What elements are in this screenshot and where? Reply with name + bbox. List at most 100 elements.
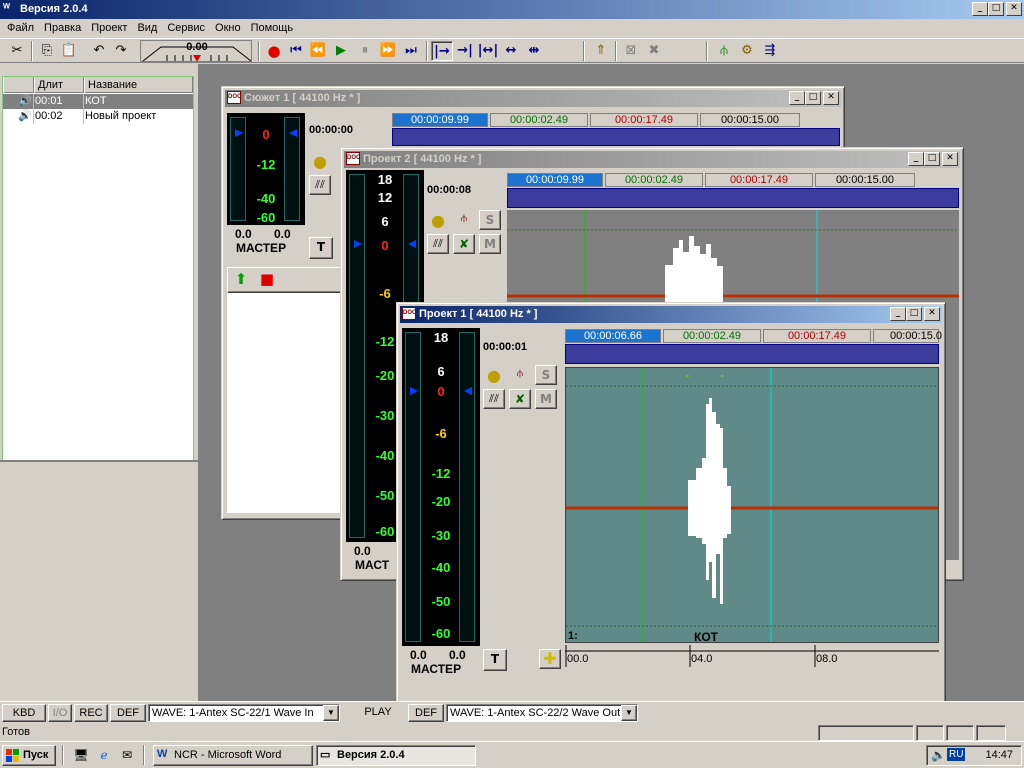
close-button[interactable]: ✕ bbox=[823, 91, 839, 105]
meter-label: 0 bbox=[381, 238, 389, 253]
menu-view[interactable]: Вид bbox=[132, 19, 162, 38]
timeline-bar[interactable] bbox=[392, 128, 840, 146]
wave-out-select[interactable]: WAVE: 1-Antex SC-22/2 Wave Out ▼ bbox=[446, 704, 638, 722]
language-indicator[interactable]: RU bbox=[947, 748, 966, 761]
solo-button[interactable]: S bbox=[479, 210, 501, 230]
output-icon[interactable]: ⇶ bbox=[759, 41, 781, 61]
waveform-icon[interactable]: ⫽⫽ bbox=[309, 175, 331, 195]
wave-in-select[interactable]: WAVE: 1-Antex SC-22/1 Wave In ▼ bbox=[148, 704, 340, 722]
play-button[interactable]: PLAY bbox=[350, 704, 406, 722]
def-in-button[interactable]: DEF bbox=[110, 704, 146, 722]
maximize-button[interactable]: □ bbox=[805, 91, 821, 105]
fast-forward-icon[interactable]: ⏩ bbox=[377, 41, 399, 61]
meter-label: -60 bbox=[431, 626, 451, 641]
waveform-icon[interactable]: ⫽⫽ bbox=[483, 389, 505, 409]
window-title-bar[interactable]: DOC Сюжет 1 [ 44100 Hz * ] _ □ ✕ bbox=[225, 90, 841, 107]
add-track-icon[interactable]: ✚ bbox=[539, 649, 561, 669]
mixer-icon[interactable]: ⫛ bbox=[713, 41, 735, 61]
minimize-button[interactable]: _ bbox=[890, 307, 906, 321]
menu-service[interactable]: Сервис bbox=[162, 19, 210, 38]
window-title-bar[interactable]: DOC Проект 1 [ 44100 Hz * ] _ □ ✕ bbox=[400, 306, 942, 323]
up-arrow-icon[interactable]: ⬆ bbox=[230, 270, 252, 290]
header-name[interactable]: Название bbox=[84, 77, 193, 93]
meter-label: -30 bbox=[431, 528, 451, 543]
show-desktop-icon[interactable]: 🖥 bbox=[70, 745, 92, 765]
close-button[interactable]: ✕ bbox=[1006, 2, 1022, 16]
waveform-icon[interactable]: ⫽⫽ bbox=[427, 234, 449, 254]
kbd-button[interactable]: KBD bbox=[2, 704, 46, 722]
task-versia[interactable]: ▭ Версия 2.0.4 bbox=[316, 745, 476, 766]
go-start-icon[interactable]: ⏮ bbox=[285, 41, 307, 61]
delete-marker-icon[interactable]: ⊠ bbox=[620, 41, 642, 61]
window-project-1: DOC Проект 1 [ 44100 Hz * ] _ □ ✕ 18 6 0… bbox=[396, 302, 946, 748]
paste-icon[interactable]: 📋 bbox=[58, 41, 80, 61]
play-icon[interactable]: ▶ bbox=[330, 41, 352, 61]
rewind-icon[interactable]: ⏪ bbox=[307, 41, 329, 61]
io-button[interactable]: I/O bbox=[48, 704, 72, 722]
cursor-to-end-icon[interactable]: →| bbox=[454, 41, 476, 61]
maximize-button[interactable]: □ bbox=[906, 307, 922, 321]
mute-button[interactable]: M bbox=[535, 389, 557, 409]
clip-name[interactable]: КОТ bbox=[694, 630, 718, 644]
meter-label: -6 bbox=[379, 286, 391, 301]
document-icon: DOC bbox=[402, 307, 416, 320]
solo-icon[interactable]: ● bbox=[309, 153, 331, 173]
timeline-bar[interactable] bbox=[507, 188, 959, 208]
left-lower-panel bbox=[0, 460, 198, 700]
gain-icon[interactable]: ⫛ bbox=[509, 365, 531, 385]
chevron-down-icon[interactable]: ▼ bbox=[323, 705, 339, 721]
pause-icon[interactable]: ⏸ bbox=[354, 41, 376, 61]
maximize-button[interactable]: □ bbox=[988, 2, 1004, 16]
split-icon[interactable]: ↔ bbox=[500, 41, 522, 61]
minimize-button[interactable]: _ bbox=[908, 152, 924, 166]
text-button[interactable]: T bbox=[309, 237, 333, 259]
minimize-button[interactable]: _ bbox=[789, 91, 805, 105]
menu-edit[interactable]: Правка bbox=[39, 19, 86, 38]
task-word[interactable]: W NCR - Microsoft Word bbox=[153, 745, 313, 766]
outlook-icon[interactable]: ✉ bbox=[116, 745, 138, 765]
redo-icon[interactable]: ↷ bbox=[110, 41, 132, 61]
select-range-icon[interactable]: |↔| bbox=[477, 41, 499, 61]
solo-button[interactable]: S bbox=[535, 365, 557, 385]
solo-icon[interactable]: ● bbox=[483, 367, 505, 387]
undo-icon[interactable]: ↶ bbox=[88, 41, 110, 61]
zoom-control[interactable]: 0.00 bbox=[140, 40, 252, 62]
mute-track-icon[interactable]: ✘ bbox=[453, 234, 475, 254]
timeline-bar[interactable] bbox=[565, 344, 939, 364]
close-button[interactable]: ✕ bbox=[924, 307, 940, 321]
mute-track-icon[interactable]: ✘ bbox=[509, 389, 531, 409]
close-button[interactable]: ✕ bbox=[942, 152, 958, 166]
expand-icon[interactable]: ⇹ bbox=[523, 41, 545, 61]
insert-marker-icon[interactable]: ⇑ bbox=[590, 41, 612, 61]
text-button[interactable]: T bbox=[483, 649, 507, 671]
list-item[interactable]: 🔊 00:01 КОТ bbox=[3, 94, 193, 109]
menu-window[interactable]: Окно bbox=[210, 19, 246, 38]
go-end-icon[interactable]: ⏭ bbox=[400, 41, 422, 61]
clear-icon[interactable]: ✖ bbox=[643, 41, 665, 61]
mute-button[interactable]: M bbox=[479, 234, 501, 254]
start-button[interactable]: Пуск bbox=[2, 745, 56, 766]
list-item[interactable]: 🔊 00:02 Новый проект bbox=[3, 109, 193, 124]
clock[interactable]: 14:47 bbox=[985, 749, 1013, 761]
minimize-button[interactable]: _ bbox=[972, 2, 988, 16]
header-duration[interactable]: Длит bbox=[34, 77, 84, 93]
copy-icon[interactable]: ⎘ bbox=[36, 41, 58, 61]
window-title-bar[interactable]: DOC Проект 2 [ 44100 Hz * ] _ □ ✕ bbox=[344, 151, 960, 168]
rec-button[interactable]: REC bbox=[74, 704, 108, 722]
def-out-button[interactable]: DEF bbox=[408, 704, 444, 722]
internet-explorer-icon[interactable]: ℯ bbox=[93, 745, 115, 765]
chevron-down-icon[interactable]: ▼ bbox=[621, 705, 637, 721]
timecode: 00:00:08 bbox=[427, 184, 472, 196]
solo-icon[interactable]: ● bbox=[427, 212, 449, 232]
cut-icon[interactable]: ✂ bbox=[6, 41, 28, 61]
menu-file[interactable]: Файл bbox=[2, 19, 39, 38]
menu-project[interactable]: Проект bbox=[86, 19, 132, 38]
record-icon[interactable]: ● bbox=[263, 41, 285, 61]
effects-icon[interactable]: ⚙ bbox=[736, 41, 758, 61]
menu-help[interactable]: Помощь bbox=[246, 19, 299, 38]
maximize-button[interactable]: □ bbox=[924, 152, 940, 166]
gain-icon[interactable]: ⫛ bbox=[453, 210, 475, 230]
cursor-to-start-icon[interactable]: |→ bbox=[431, 41, 453, 61]
stop-icon[interactable]: ■ bbox=[256, 270, 278, 290]
volume-icon[interactable]: 🔈 bbox=[931, 748, 946, 762]
